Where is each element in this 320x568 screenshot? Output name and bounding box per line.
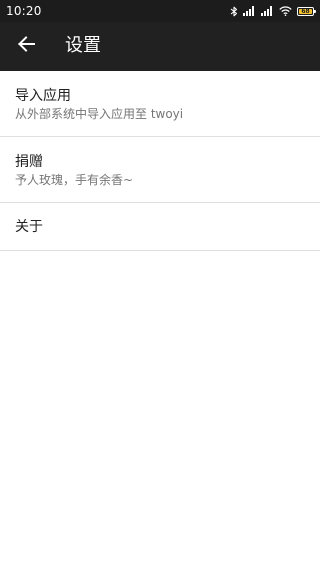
settings-item-title: 关于 <box>15 219 43 235</box>
settings-item-subtitle: 从外部系统中导入应用至 twoyi <box>15 107 184 121</box>
bluetooth-icon <box>230 6 238 17</box>
settings-item-import-apps[interactable]: 导入应用 从外部系统中导入应用至 twoyi <box>0 71 320 137</box>
status-icons: 68 <box>230 0 316 22</box>
settings-item-subtitle: 予人玫瑰，手有余香~ <box>15 173 134 187</box>
settings-item-title: 捐赠 <box>15 154 43 170</box>
settings-item-donate[interactable]: 捐赠 予人玫瑰，手有余香~ <box>0 137 320 203</box>
status-bar: 10:20 68 <box>0 0 320 22</box>
settings-item-about[interactable]: 关于 <box>0 203 320 251</box>
battery-icon: 68 <box>297 6 316 16</box>
app-bar: 设置 <box>0 22 320 71</box>
back-button[interactable] <box>8 28 44 64</box>
settings-list: 导入应用 从外部系统中导入应用至 twoyi 捐赠 予人玫瑰，手有余香~ 关于 <box>0 71 320 251</box>
battery-level: 68 <box>301 7 310 15</box>
page-title: 设置 <box>65 35 101 56</box>
arrow-back-icon <box>17 35 35 57</box>
signal-icon <box>261 6 274 16</box>
status-time: 10:20 <box>6 4 42 18</box>
signal-icon <box>243 6 256 16</box>
wifi-icon <box>279 6 292 16</box>
settings-screen: 10:20 68 设置 导入应用 从外部系统中导入应用至 twoyi 捐赠 予人… <box>0 0 320 568</box>
settings-item-title: 导入应用 <box>15 88 71 104</box>
